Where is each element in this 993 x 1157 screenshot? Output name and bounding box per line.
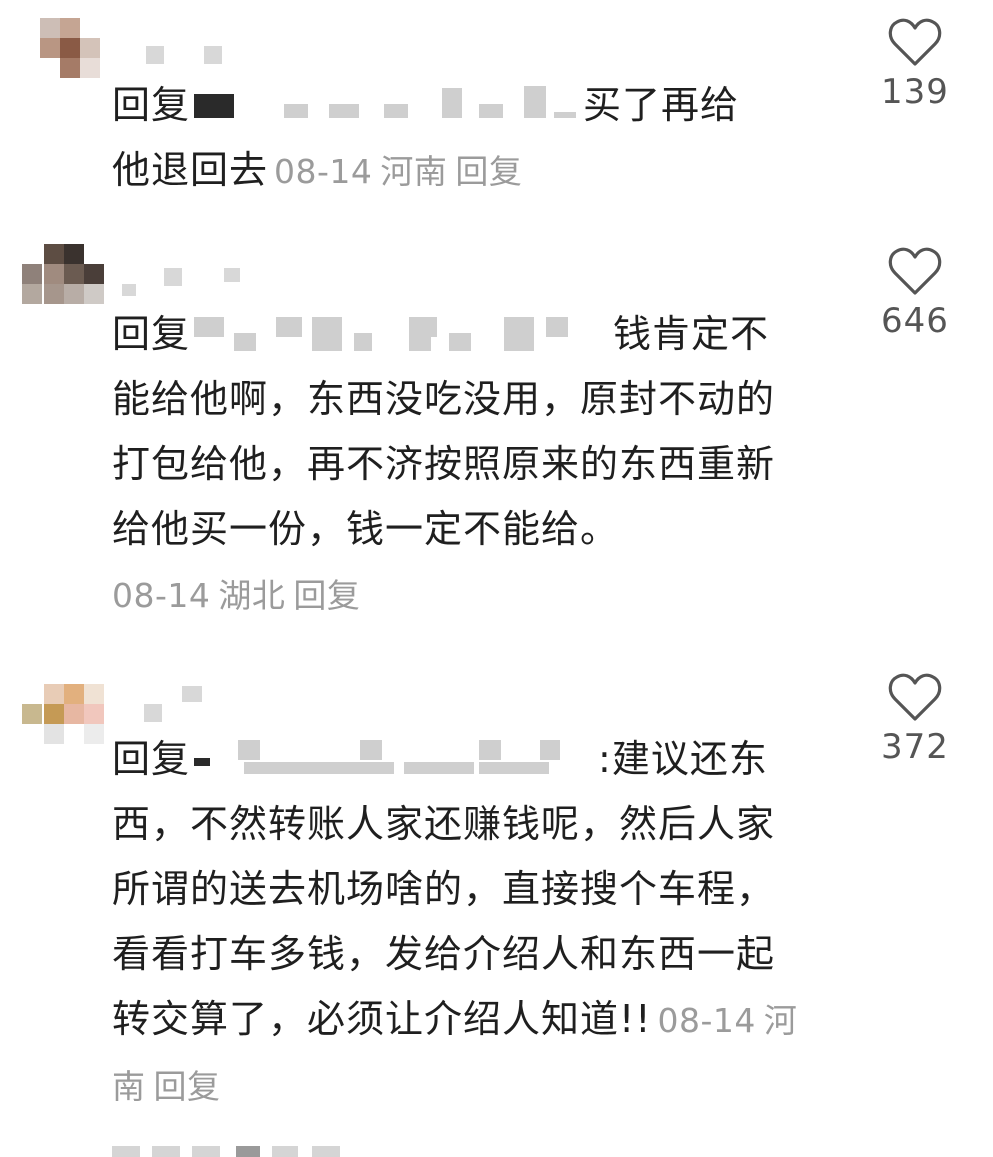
like-count: 646 bbox=[881, 301, 949, 341]
comment-date: 08-14 bbox=[112, 576, 211, 615]
comment-meta: 08-14 湖北 回复 bbox=[112, 576, 368, 615]
comment-date: 08-14 bbox=[274, 152, 373, 191]
heart-outline-icon[interactable] bbox=[887, 16, 943, 68]
comment-text-part: 买了再给 bbox=[583, 83, 740, 127]
next-comment-partial bbox=[112, 1140, 362, 1157]
comment-text: 回复 钱肯定不 能给他啊，东西没吃没用，原封不动的打包给他，再不济按照原来的东西… bbox=[112, 302, 802, 628]
comment-date: 08-14 bbox=[657, 1001, 756, 1040]
heart-outline-icon[interactable] bbox=[887, 245, 943, 297]
reply-prefix: 回复 bbox=[112, 737, 191, 781]
comment-text-part: 钱肯定不 bbox=[613, 312, 770, 356]
comment-text: 回复 :建议还东 西，不然转账人家还赚钱呢，然后人家所谓的送去机场啥的，直接搜个… bbox=[112, 727, 802, 1119]
comment-text: 回复 买了再给 他退回去 08-14 河南 回复 bbox=[112, 73, 802, 204]
like-count: 372 bbox=[881, 727, 949, 767]
like-button[interactable]: 139 bbox=[870, 16, 960, 112]
avatar[interactable] bbox=[22, 18, 104, 86]
like-button[interactable]: 372 bbox=[870, 671, 960, 767]
reply-button[interactable]: 回复 bbox=[154, 1067, 221, 1106]
username[interactable] bbox=[120, 686, 250, 722]
username[interactable] bbox=[120, 44, 250, 74]
redacted-username bbox=[194, 738, 594, 778]
like-button[interactable]: 646 bbox=[870, 245, 960, 341]
like-count: 139 bbox=[881, 72, 949, 112]
reply-button[interactable]: 回复 bbox=[455, 152, 522, 191]
comment-text-part: 建议还东 bbox=[611, 737, 768, 781]
redacted-username bbox=[194, 313, 609, 353]
heart-outline-icon[interactable] bbox=[887, 671, 943, 723]
comment-location: 湖北 bbox=[218, 576, 286, 615]
comment-meta: 08-14 河南 回复 bbox=[274, 152, 530, 191]
comment-location: 河南 bbox=[380, 152, 448, 191]
comment-text-part: 能给他啊，东西没吃没用，原封不动的打包给他，再不济按照原来的东西重新给他买一份，… bbox=[112, 377, 776, 551]
comment-text-part: : bbox=[598, 737, 612, 781]
comment-text-part: 他退回去 bbox=[112, 148, 269, 192]
redacted-username bbox=[194, 84, 579, 124]
avatar[interactable] bbox=[22, 244, 104, 312]
reply-prefix: 回复 bbox=[112, 312, 191, 356]
reply-button[interactable]: 回复 bbox=[293, 576, 360, 615]
username[interactable] bbox=[120, 262, 250, 296]
avatar[interactable] bbox=[22, 684, 104, 752]
reply-prefix: 回复 bbox=[112, 83, 191, 127]
